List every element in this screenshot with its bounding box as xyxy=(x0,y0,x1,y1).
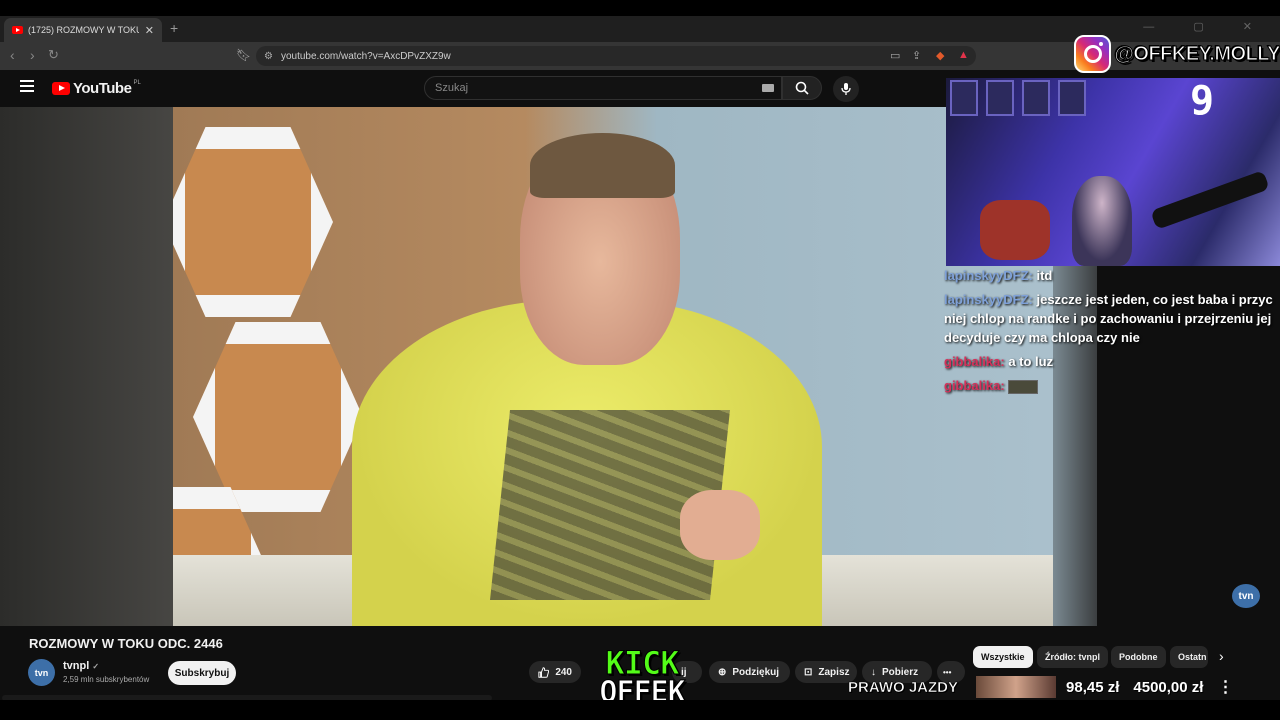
search-icon xyxy=(795,81,809,95)
forward-icon[interactable]: › xyxy=(30,47,35,63)
chat-message: gibbalika: xyxy=(944,376,1280,395)
chip-similar[interactable]: Podobne xyxy=(1111,646,1166,668)
ad-thumbnail[interactable] xyxy=(976,676,1057,698)
youtube-favicon-icon xyxy=(12,26,23,34)
browser-tab[interactable]: (1725) ROZMOWY W TOKU ODC ✕ xyxy=(4,18,162,42)
webcam-plush xyxy=(980,200,1050,260)
thanks-label: Podziękuj xyxy=(732,666,780,678)
channel-avatar[interactable]: tvn xyxy=(28,659,55,686)
video-person-hand xyxy=(680,490,760,560)
site-info-icon[interactable]: ⚙ xyxy=(264,51,273,62)
chevron-right-icon[interactable]: › xyxy=(1219,648,1224,664)
chat-username: gibbalika: xyxy=(944,354,1005,369)
microphone-icon xyxy=(841,83,851,95)
chat-message: lapinskyyDFZ: jeszcze jest jeden, co jes… xyxy=(944,290,1280,347)
ad-price-2: 4500,00 zł xyxy=(1133,678,1204,696)
share-icon[interactable]: ⇪ xyxy=(912,49,921,62)
thumbs-up-icon xyxy=(538,666,550,678)
ad-title: PRAWO JAZDY xyxy=(848,678,959,696)
verified-icon: ✓ xyxy=(92,662,100,671)
channel-name[interactable]: tvnpl ✓ xyxy=(63,660,99,672)
video-person-hair xyxy=(530,133,675,198)
save-label: Zapisz xyxy=(818,666,850,678)
webcam-posters xyxy=(950,80,1100,120)
stream-chat: lapinskyyDFZ: itd lapinskyyDFZ: jeszcze … xyxy=(944,266,1280,436)
chat-message: gibbalika: a to luz xyxy=(944,352,1280,371)
video-title: ROZMOWY W TOKU ODC. 2446 xyxy=(29,636,223,651)
hamburger-menu-icon[interactable] xyxy=(20,80,34,92)
kick-logo-line1: KICK xyxy=(605,644,680,682)
youtube-play-icon xyxy=(52,82,70,95)
thanks-icon: ⊕ xyxy=(718,666,727,678)
brave-rewards-icon[interactable]: ▲ xyxy=(958,49,969,61)
reload-icon[interactable]: ↻ xyxy=(48,47,59,63)
youtube-logo[interactable]: YouTube PL xyxy=(52,80,141,97)
brave-shield-icon[interactable]: ◆ xyxy=(936,49,944,62)
bookmark-save-icon: ⊡ xyxy=(804,666,813,678)
cast-icon[interactable]: ▭ xyxy=(890,49,900,62)
back-icon[interactable]: ‹ xyxy=(10,47,15,63)
window-controls[interactable]: — ▢ ✕ xyxy=(1143,20,1270,33)
bookmark-icon[interactable]: 🔖︎ xyxy=(236,48,251,62)
video-letterbox-left xyxy=(0,107,173,626)
channel-name-text: tvnpl xyxy=(63,660,90,672)
url-field[interactable]: ⚙ youtube.com/watch?v=AxcDPvZXZ9w xyxy=(256,46,976,66)
chip-source[interactable]: Źródło: tvnpl xyxy=(1037,646,1108,668)
chip-recent[interactable]: Ostatn xyxy=(1170,646,1208,668)
chat-text: a to luz xyxy=(1008,354,1054,369)
bottom-black-bar xyxy=(0,700,1280,720)
tab-close-icon[interactable]: ✕ xyxy=(145,24,154,37)
chat-text: itd xyxy=(1036,268,1053,283)
thanks-button[interactable]: ⊕ Podziękuj xyxy=(709,661,790,683)
voice-search-button[interactable] xyxy=(833,76,859,102)
instagram-handle: @OFFKEY.MOLLY xyxy=(1114,42,1280,65)
chat-message: lapinskyyDFZ: itd xyxy=(944,266,1280,285)
chat-username: lapinskyyDFZ: xyxy=(944,292,1033,307)
chat-username: gibbalika: xyxy=(944,378,1005,393)
chip-all[interactable]: Wszystkie xyxy=(973,646,1033,668)
subscriber-count: 2,59 mln subskrybentów xyxy=(63,675,150,684)
subscribe-button[interactable]: Subskrybuj xyxy=(168,661,236,685)
search-input[interactable]: Szukaj xyxy=(424,76,782,100)
region-label: PL xyxy=(133,80,141,86)
youtube-logo-text: YouTube xyxy=(73,80,132,97)
ad-price-1: 98,45 zł xyxy=(1066,678,1120,696)
search-button[interactable] xyxy=(782,76,822,100)
like-button[interactable]: 240 xyxy=(529,661,581,683)
tvn-watermark: tvn xyxy=(1232,584,1260,608)
chat-emote-icon xyxy=(1008,379,1039,394)
tab-title: (1725) ROZMOWY W TOKU ODC xyxy=(28,25,139,35)
webcam-streamer xyxy=(1072,176,1132,266)
instagram-icon xyxy=(1074,35,1112,73)
new-tab-button[interactable]: + xyxy=(170,20,178,36)
webcam-counter: 9 xyxy=(1190,78,1215,124)
instagram-badge: @OFFKEY.MOLLY xyxy=(1074,34,1280,74)
chat-username: lapinskyyDFZ: xyxy=(944,268,1033,283)
like-count: 240 xyxy=(555,666,572,678)
url-text: youtube.com/watch?v=AxcDPvZXZ9w xyxy=(280,50,451,62)
keyboard-icon[interactable] xyxy=(762,84,774,92)
ad-menu-icon[interactable]: ⋮ xyxy=(1217,677,1233,697)
recommendation-ad-strip[interactable]: PRAWO JAZDY 98,45 zł 4500,00 zł ⋮ xyxy=(848,675,1248,699)
